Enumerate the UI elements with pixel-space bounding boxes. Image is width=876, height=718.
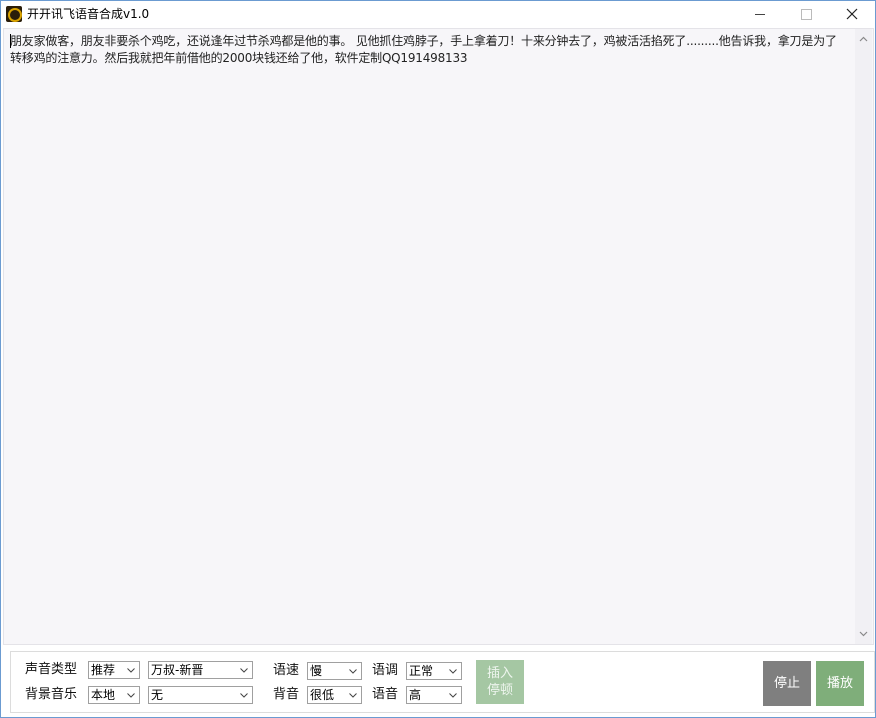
voice-name-select[interactable]: 万叔-新晋 [148,661,253,679]
speed-value: 慢 [310,664,323,678]
vertical-scrollbar[interactable] [855,29,872,644]
bg-music-source-select[interactable]: 本地 [88,686,140,704]
voice-type-label: 声音类型 [25,662,78,677]
minimize-icon [755,14,765,15]
insert-pause-button[interactable]: 插入 停顿 [476,660,524,704]
voice-volume-value: 高 [409,688,422,702]
scroll-down-icon[interactable] [859,629,868,638]
chevron-down-icon [349,693,357,698]
title-bar[interactable]: 开开讯飞语音合成v1.0 [1,1,875,27]
app-window: 开开讯飞语音合成v1.0 朋友家做客，朋友非要杀个鸡吃，还说逢年过节杀鸡都是他的… [0,0,876,718]
pitch-select[interactable]: 正常 [406,662,462,680]
maximize-icon [801,9,812,20]
chevron-down-icon [127,668,135,673]
text-caret [10,34,11,48]
chevron-down-icon [240,693,248,698]
speed-label: 语速 [273,663,300,678]
text-editor-area: 朋友家做客，朋友非要杀个鸡吃，还说逢年过节杀鸡都是他的事。 见他抓住鸡脖子，手上… [3,28,874,645]
pitch-value: 正常 [409,664,434,678]
bg-music-label: 背景音乐 [25,687,78,702]
voice-category-select[interactable]: 推荐 [88,661,140,679]
bg-music-file-value: 无 [151,688,164,702]
scroll-up-icon[interactable] [859,35,868,44]
voice-volume-label: 语音 [372,687,399,702]
chevron-down-icon [349,669,357,674]
bg-music-source-value: 本地 [91,688,116,702]
chevron-down-icon [449,669,457,674]
text-input[interactable]: 朋友家做客，朋友非要杀个鸡吃，还说逢年过节杀鸡都是他的事。 见他抓住鸡脖子，手上… [4,29,854,644]
bg-volume-label: 背音 [273,687,300,702]
insert-pause-label-line2: 停顿 [486,683,513,698]
chevron-down-icon [127,693,135,698]
minimize-button[interactable] [737,1,783,27]
speed-select[interactable]: 慢 [307,662,362,680]
voice-volume-select[interactable]: 高 [406,686,462,704]
bg-music-file-select[interactable]: 无 [148,686,253,704]
pitch-label: 语调 [372,663,399,678]
stop-button[interactable]: 停止 [763,661,811,706]
control-panel: 声音类型 推荐 万叔-新晋 语速 慢 语调 正常 背景音乐 本地 无 背音 很低… [10,651,875,713]
close-icon [846,8,858,20]
app-logo-icon [6,6,22,22]
chevron-down-icon [240,668,248,673]
insert-pause-label-line1: 插入 [486,666,513,681]
close-button[interactable] [829,1,875,27]
bg-volume-select[interactable]: 很低 [307,686,362,704]
chevron-down-icon [449,693,457,698]
play-button[interactable]: 播放 [816,661,864,706]
voice-name-value: 万叔-新晋 [151,663,204,677]
voice-category-value: 推荐 [91,663,116,677]
window-title: 开开讯飞语音合成v1.0 [27,7,150,21]
bg-volume-value: 很低 [310,688,335,702]
maximize-button[interactable] [783,1,829,27]
